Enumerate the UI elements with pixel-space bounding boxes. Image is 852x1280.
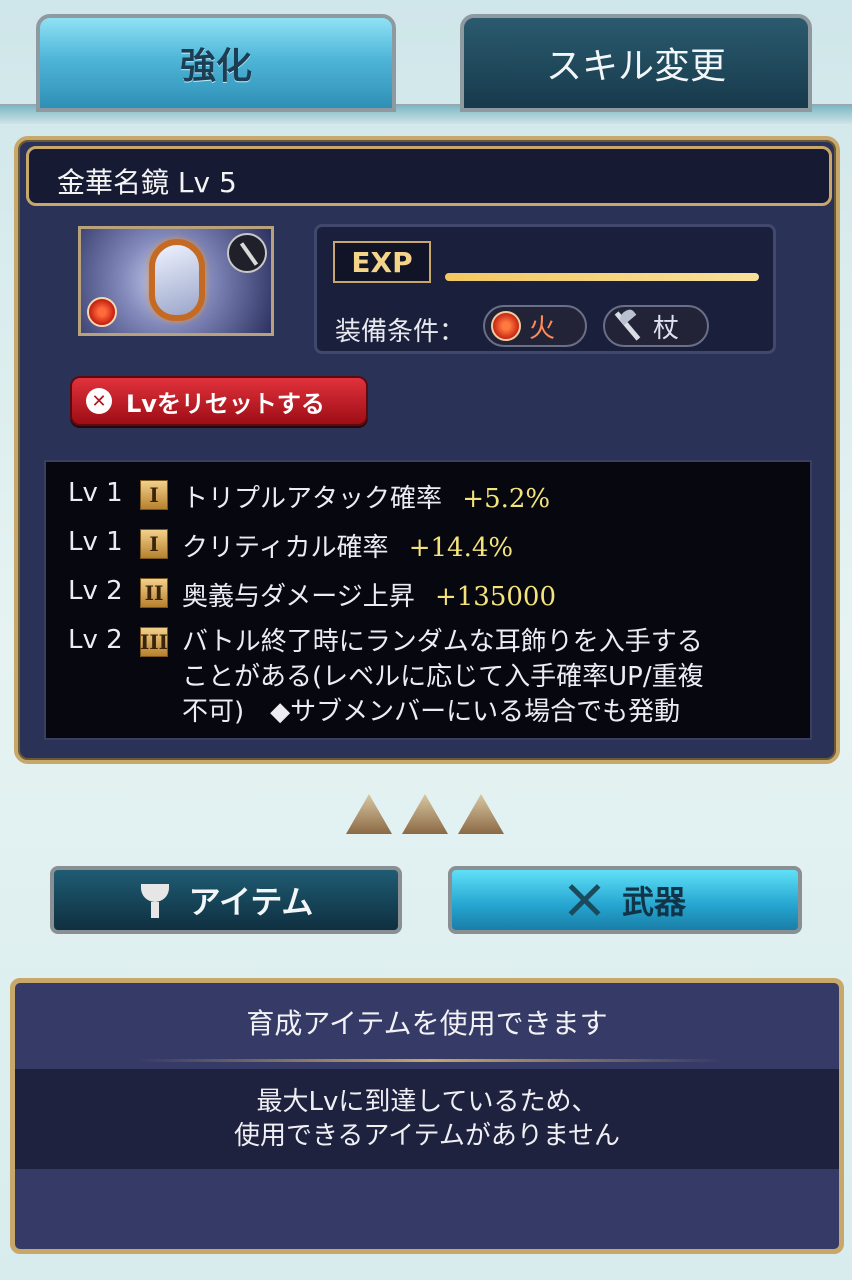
tab-enhance[interactable]: 強化 — [36, 14, 396, 112]
weapon-button[interactable]: 武器 — [448, 866, 802, 934]
exp-box: EXP 装備条件： 火 杖 — [314, 224, 776, 354]
skill-level: Lv 2 — [68, 625, 123, 655]
triangle-icon — [346, 794, 392, 834]
skill-row: Lv 2 III バトル終了時にランダムな耳飾りを入手する ことがある(レベルに… — [68, 625, 788, 730]
skill-text: トリプルアタック確率 +5.2% — [182, 478, 788, 515]
info-message-line: 使用できるアイテムがありません — [233, 1121, 621, 1151]
skill-value: +135000 — [434, 582, 557, 612]
divider — [135, 1059, 725, 1062]
skill-description-line: ことがある(レベルに応じて入手確率UP/重複 — [182, 662, 704, 692]
exp-bar-fill — [445, 273, 759, 281]
equip-condition-label: 装備条件： — [335, 317, 466, 347]
skill-rank-badge: I — [140, 529, 168, 559]
info-header: 育成アイテムを使用できます — [246, 1007, 608, 1040]
element-badge: 火 — [483, 305, 587, 347]
item-title: 金華名鏡 Lv 5 — [26, 146, 832, 206]
skill-description-line: バトル終了時にランダムな耳飾りを入手する — [182, 627, 703, 657]
close-icon: ✕ — [86, 388, 112, 414]
element-label: 火 — [529, 313, 556, 344]
staff-icon — [611, 309, 645, 343]
skill-row: Lv 1 I トリプルアタック確率 +5.2% — [68, 478, 788, 515]
skill-row: Lv 2 II 奥義与ダメージ上昇 +135000 — [68, 576, 788, 613]
skill-description-line: 不可) ◆サブメンバーにいる場合でも発動 — [182, 697, 681, 727]
skill-text: 奥義与ダメージ上昇 +135000 — [182, 576, 788, 613]
weapon-button-label: 武器 — [621, 883, 686, 921]
mirror-image — [149, 239, 205, 321]
skill-value: +14.4% — [408, 533, 514, 563]
tab-skill-change[interactable]: スキル変更 — [460, 14, 812, 112]
triangle-icon — [402, 794, 448, 834]
fire-element-icon — [491, 311, 521, 341]
skill-row: Lv 1 I クリティカル確率 +14.4% — [68, 527, 788, 564]
skill-rank-badge: I — [140, 480, 168, 510]
skill-text: クリティカル確率 +14.4% — [182, 527, 788, 564]
skill-list: Lv 1 I トリプルアタック確率 +5.2% Lv 1 I クリティカル確率 … — [44, 460, 812, 740]
swords-icon — [564, 880, 604, 920]
skill-rank-badge: III — [140, 627, 168, 657]
weapon-type-label: 杖 — [653, 313, 680, 344]
triangle-icon — [458, 794, 504, 834]
skill-text: バトル終了時にランダムな耳飾りを入手する ことがある(レベルに応じて入手確率UP… — [182, 625, 788, 730]
skill-level: Lv 1 — [68, 478, 123, 508]
skill-name: クリティカル確率 — [182, 533, 389, 563]
weapon-type-badge: 杖 — [603, 305, 709, 347]
item-button[interactable]: アイテム — [50, 866, 402, 934]
skill-level: Lv 1 — [68, 527, 123, 557]
skill-name: 奥義与ダメージ上昇 — [182, 582, 415, 612]
reset-level-label: Lvをリセットする — [126, 389, 325, 418]
staff-icon — [227, 233, 267, 273]
skill-name: トリプルアタック確率 — [182, 484, 443, 514]
info-panel: 育成アイテムを使用できます 最大Lvに到達しているため、 使用できるアイテムがあ… — [10, 978, 844, 1254]
info-message-line: 最大Lvに到達しているため、 — [256, 1087, 598, 1117]
skill-value: +5.2% — [462, 484, 551, 514]
skill-level: Lv 2 — [68, 576, 123, 606]
fire-element-icon — [87, 297, 117, 327]
cup-icon — [139, 880, 171, 920]
reset-level-button[interactable]: ✕ Lvをリセットする — [70, 376, 368, 426]
skill-rank-badge: II — [140, 578, 168, 608]
exp-label: EXP — [333, 241, 431, 283]
exp-bar — [445, 273, 759, 281]
item-detail-panel: 金華名鏡 Lv 5 EXP 装備条件： 火 杖 ✕ Lvをリセットする Lv 1… — [14, 136, 840, 764]
info-message: 最大Lvに到達しているため、 使用できるアイテムがありません — [15, 1069, 839, 1169]
item-button-label: アイテム — [188, 883, 314, 921]
item-thumbnail[interactable] — [78, 226, 274, 336]
tab-bar: 強化 スキル変更 — [0, 0, 852, 124]
